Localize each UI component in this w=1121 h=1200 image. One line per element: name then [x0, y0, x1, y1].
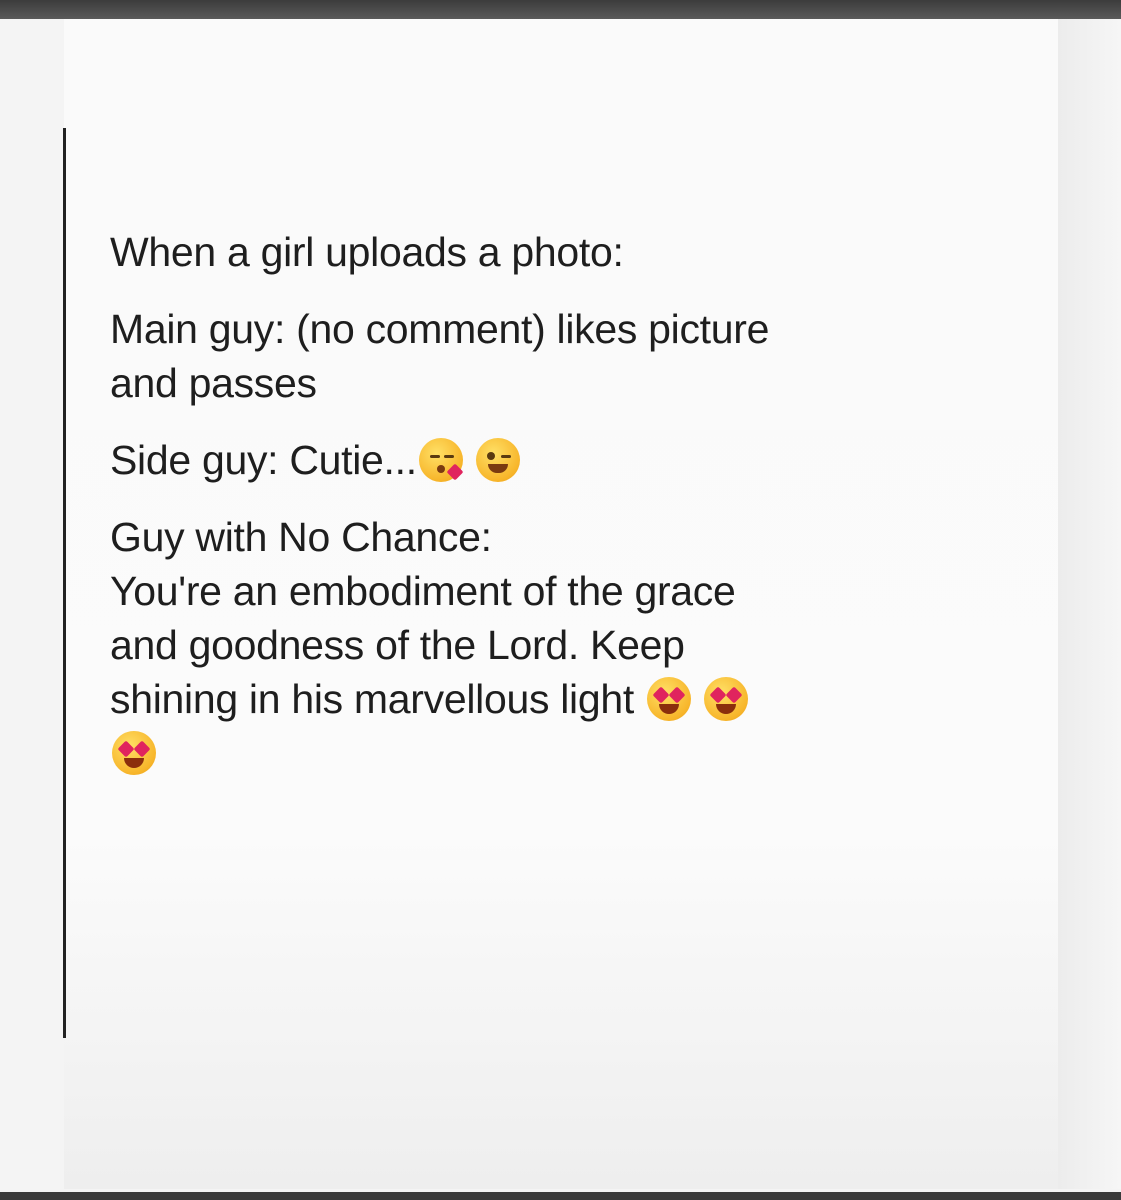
heart-eyes-emoji-icon: [704, 677, 749, 721]
intro-text: When a girl uploads a photo:: [110, 229, 624, 275]
top-bar: [0, 0, 1121, 19]
right-shade: [1058, 19, 1121, 1189]
no-chance-line: Guy with No Chance: You're an embodiment…: [110, 510, 1040, 780]
side-guy-line: Side guy: Cutie...: [110, 433, 1040, 487]
main-guy-line: Main guy: (no comment) likes picture and…: [110, 302, 1040, 410]
no-chance-text-3: shining in his marvellous light: [110, 676, 634, 722]
winking-face-emoji-icon: [475, 438, 520, 482]
bottom-bar: [0, 1192, 1121, 1200]
side-guy-text: Side guy: Cutie...: [110, 437, 417, 483]
main-guy-text-2: and passes: [110, 360, 317, 406]
left-divider: [63, 128, 66, 1038]
intro-line: When a girl uploads a photo:: [110, 225, 1040, 279]
heart-eyes-emoji-icon: [647, 677, 692, 721]
post-text: When a girl uploads a photo: Main guy: (…: [110, 225, 1040, 780]
no-chance-text-1: You're an embodiment of the grace: [110, 568, 736, 614]
main-guy-text-1: Main guy: (no comment) likes picture: [110, 306, 770, 352]
heart-eyes-emoji-icon: [112, 731, 156, 775]
kissing-heart-emoji-icon: [418, 438, 464, 482]
no-chance-label: Guy with No Chance:: [110, 514, 492, 560]
no-chance-text-2: and goodness of the Lord. Keep: [110, 622, 685, 668]
screenshot-frame: When a girl uploads a photo: Main guy: (…: [0, 0, 1121, 1200]
